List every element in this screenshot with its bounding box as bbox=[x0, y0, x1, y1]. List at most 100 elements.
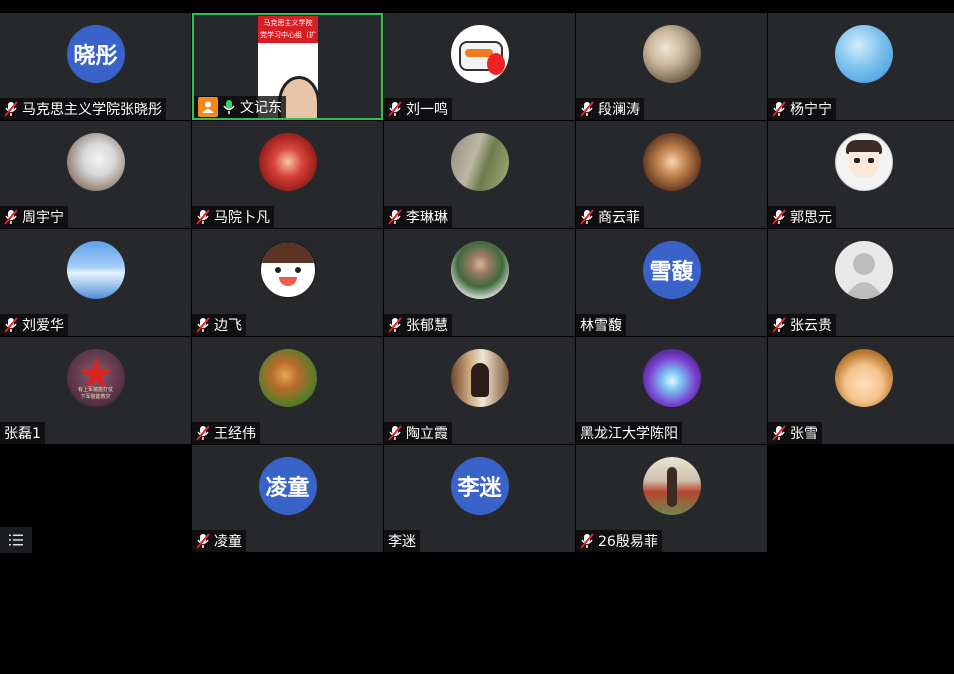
participant-name: 马克思主义学院张晓彤 bbox=[22, 102, 162, 118]
name-tag: 张云贵 bbox=[768, 314, 836, 336]
participant-name: 黑龙江大学陈阳 bbox=[580, 426, 678, 442]
participant-tile[interactable]: 马院卜凡 bbox=[192, 121, 383, 228]
avatar bbox=[66, 241, 125, 299]
mic-muted-icon bbox=[772, 317, 786, 333]
participant-name: 商云菲 bbox=[598, 210, 640, 226]
name-tag: 陶立霞 bbox=[384, 422, 452, 444]
name-tag: 马克思主义学院张晓彤 bbox=[0, 98, 166, 120]
participant-tile[interactable]: 王经伟 bbox=[192, 337, 383, 444]
avatar bbox=[642, 457, 701, 515]
name-tag: 张磊1 bbox=[0, 422, 45, 444]
name-tag: 张郁慧 bbox=[384, 314, 452, 336]
name-tag: 边飞 bbox=[192, 314, 246, 336]
name-tag: 文记东 bbox=[194, 96, 286, 118]
participant-list-menu-button[interactable] bbox=[0, 527, 32, 553]
mic-muted-icon bbox=[388, 317, 402, 333]
default-user-icon bbox=[843, 253, 884, 299]
participant-tile[interactable]: 凌童 凌童 bbox=[192, 445, 383, 552]
participant-tile[interactable]: 李琳琳 bbox=[384, 121, 575, 228]
name-tag: 黑龙江大学陈阳 bbox=[576, 422, 682, 444]
name-tag: 林雪馥 bbox=[576, 314, 626, 336]
host-user-icon bbox=[198, 97, 218, 117]
participant-name: 陶立霞 bbox=[406, 426, 448, 442]
mic-muted-icon bbox=[196, 209, 210, 225]
participant-grid: 晓彤 马克思主义学院张晓彤 马克思主义学院 党学习中心组（扩大 文记东 刘一鸣 … bbox=[0, 13, 954, 553]
name-tag: 李琳琳 bbox=[384, 206, 452, 228]
participant-name: 刘一鸣 bbox=[406, 102, 448, 118]
name-tag: 刘一鸣 bbox=[384, 98, 452, 120]
participant-tile[interactable]: 边飞 bbox=[192, 229, 383, 336]
name-tag: 凌童 bbox=[192, 530, 246, 552]
avatar bbox=[642, 133, 701, 191]
participant-tile[interactable]: 周宇宁 bbox=[0, 121, 191, 228]
mic-muted-icon bbox=[388, 425, 402, 441]
avatar bbox=[834, 133, 893, 191]
participant-name: 马院卜凡 bbox=[214, 210, 270, 226]
avatar bbox=[834, 25, 893, 83]
avatar bbox=[450, 241, 509, 299]
participant-tile[interactable]: 刘爱华 bbox=[0, 229, 191, 336]
participant-tile[interactable]: 刘一鸣 bbox=[384, 13, 575, 120]
name-tag: 段澜涛 bbox=[576, 98, 644, 120]
participant-name: 张云贵 bbox=[790, 318, 832, 334]
avatar: 晓彤 bbox=[66, 25, 125, 83]
avatar bbox=[258, 349, 317, 407]
participant-tile[interactable]: 雪馥 林雪馥 bbox=[576, 229, 767, 336]
avatar: 有上军装能打仗 下军装能救灾 bbox=[66, 349, 125, 407]
mic-muted-icon bbox=[772, 425, 786, 441]
participant-name: 李迷 bbox=[388, 534, 416, 550]
avatar: 凌童 bbox=[258, 457, 317, 515]
participant-name: 凌童 bbox=[214, 534, 242, 550]
participant-tile[interactable]: 张郁慧 bbox=[384, 229, 575, 336]
participant-tile[interactable]: 陶立霞 bbox=[384, 337, 575, 444]
participant-tile[interactable]: 晓彤 马克思主义学院张晓彤 bbox=[0, 13, 191, 120]
participant-tile[interactable]: 有上军装能打仗 下军装能救灾 张磊1 bbox=[0, 337, 191, 444]
shared-line: 马克思主义学院 bbox=[263, 19, 313, 27]
avatar bbox=[450, 133, 509, 191]
name-tag: 商云菲 bbox=[576, 206, 644, 228]
participant-tile[interactable]: 张云贵 bbox=[768, 229, 954, 336]
participant-tile[interactable]: 杨宁宁 bbox=[768, 13, 954, 120]
participant-name: 张磊1 bbox=[4, 426, 41, 442]
participant-tile[interactable]: 张雪 bbox=[768, 337, 954, 444]
list-menu-icon bbox=[9, 534, 23, 546]
avatar bbox=[450, 349, 509, 407]
participant-tile[interactable]: 郭思元 bbox=[768, 121, 954, 228]
avatar bbox=[642, 349, 701, 407]
participant-name: 杨宁宁 bbox=[790, 102, 832, 118]
participant-tile[interactable]: 商云菲 bbox=[576, 121, 767, 228]
participant-tile[interactable]: 黑龙江大学陈阳 bbox=[576, 337, 767, 444]
participant-name: 李琳琳 bbox=[406, 210, 448, 226]
participant-tile[interactable]: 26殷易菲 bbox=[576, 445, 767, 552]
participant-name: 林雪馥 bbox=[580, 318, 622, 334]
name-tag: 王经伟 bbox=[192, 422, 260, 444]
name-tag: 刘爱华 bbox=[0, 314, 68, 336]
avatar bbox=[834, 241, 893, 299]
avatar-caption: 有上军装能打仗 bbox=[77, 387, 113, 393]
participant-name: 边飞 bbox=[214, 318, 242, 334]
participant-name: 26殷易菲 bbox=[598, 534, 658, 550]
participant-name: 张郁慧 bbox=[406, 318, 448, 334]
participant-tile[interactable]: 李迷 李迷 bbox=[384, 445, 575, 552]
mic-muted-icon bbox=[772, 101, 786, 117]
mic-muted-icon bbox=[580, 209, 594, 225]
avatar bbox=[258, 241, 317, 299]
mic-muted-icon bbox=[388, 101, 402, 117]
avatar: 雪馥 bbox=[642, 241, 701, 299]
mic-muted-icon bbox=[580, 533, 594, 549]
mic-muted-icon bbox=[580, 101, 594, 117]
participant-name: 刘爱华 bbox=[22, 318, 64, 334]
name-tag: 张雪 bbox=[768, 422, 822, 444]
participant-tile[interactable]: 段澜涛 bbox=[576, 13, 767, 120]
mic-muted-icon bbox=[196, 317, 210, 333]
shared-line: 党学习中心组（扩大 bbox=[260, 31, 316, 51]
avatar-caption: 下军装能救灾 bbox=[80, 394, 111, 400]
mic-muted-icon bbox=[196, 533, 210, 549]
avatar bbox=[66, 133, 125, 191]
participant-name: 郭思元 bbox=[790, 210, 832, 226]
participant-name: 张雪 bbox=[790, 426, 818, 442]
name-tag: 26殷易菲 bbox=[576, 530, 662, 552]
participant-tile-active-speaker[interactable]: 马克思主义学院 党学习中心组（扩大 文记东 bbox=[192, 13, 383, 120]
avatar: 李迷 bbox=[450, 457, 509, 515]
participant-name: 王经伟 bbox=[214, 426, 256, 442]
